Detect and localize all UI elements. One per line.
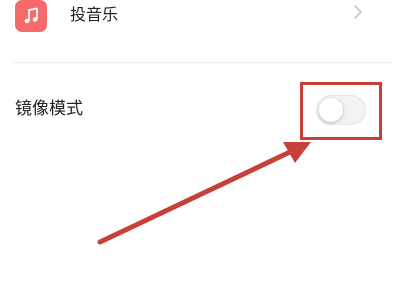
cast-music-label: 投音乐 (70, 5, 119, 24)
divider (13, 62, 393, 63)
annotation-arrow (97, 142, 311, 245)
music-app-icon (15, 0, 47, 32)
music-note-icon (24, 7, 38, 24)
mirror-mode-label: 镜像模式 (15, 99, 83, 119)
highlight-box (300, 82, 382, 140)
settings-row-cast-music[interactable]: 投音乐 (0, 0, 400, 40)
chevron-right-icon (354, 5, 362, 19)
settings-screen: 投音乐 镜像模式 (0, 0, 400, 300)
